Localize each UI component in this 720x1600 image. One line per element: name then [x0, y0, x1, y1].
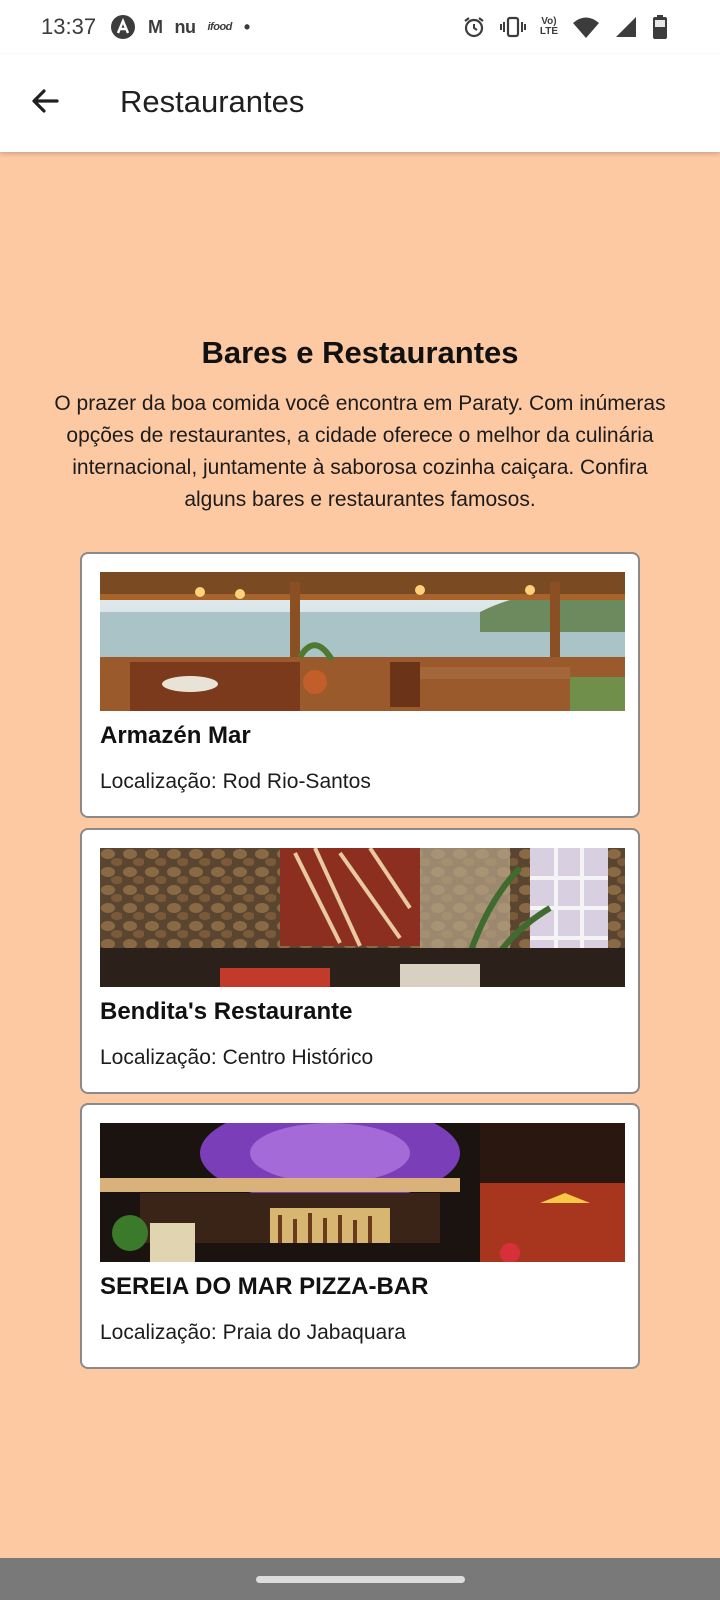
restaurant-name: Armazén Mar — [100, 722, 251, 749]
restaurant-card-sereia-do-mar[interactable]: SEREIA DO MAR PIZZA-BAR Localização: Pra… — [80, 1103, 640, 1369]
back-button[interactable] — [24, 80, 66, 122]
restaurant-location: Localização: Praia do Jabaquara — [100, 1321, 406, 1344]
vibrate-icon — [499, 15, 526, 39]
alarm-icon — [462, 15, 486, 39]
app-bar: Restaurantes — [0, 54, 720, 152]
system-icons: Vo) LTE — [462, 13, 668, 41]
restaurant-photo — [100, 848, 625, 987]
restaurant-photo — [100, 1123, 625, 1262]
wifi-icon — [572, 15, 600, 39]
home-gesture-handle[interactable] — [256, 1576, 465, 1583]
section-title: Bares e Restaurantes — [201, 335, 519, 370]
section-intro: O prazer da boa comida você encontra em … — [54, 392, 666, 511]
notification-icons: M nu ifood • — [110, 13, 250, 41]
ifood-icon: ifood — [207, 21, 233, 33]
signal-icon — [614, 15, 638, 39]
more-notifications-icon: • — [243, 16, 250, 37]
gmail-icon: M — [148, 16, 163, 37]
status-bar: 13:37 M nu ifood • Vo) LTE — [0, 0, 720, 54]
app-a-icon — [110, 14, 136, 40]
arrow-back-icon — [32, 89, 59, 113]
restaurant-name: SEREIA DO MAR PIZZA-BAR — [100, 1273, 429, 1300]
volte-icon: Vo) LTE — [540, 17, 558, 37]
page-title: Restaurantes — [120, 84, 305, 119]
restaurant-card-benditas[interactable]: Bendita's Restaurante Localização: Centr… — [80, 828, 640, 1094]
system-navigation-bar — [0, 1558, 720, 1600]
restaurant-location: Localização: Centro Histórico — [100, 1046, 374, 1069]
restaurant-photo — [100, 572, 625, 711]
nubank-icon: nu — [174, 16, 197, 37]
restaurant-location: Localização: Rod Rio-Santos — [100, 770, 371, 793]
restaurant-name: Bendita's Restaurante — [100, 998, 353, 1025]
battery-icon — [652, 14, 668, 40]
restaurant-card-armazen-mar[interactable]: Armazén Mar Localização: Rod Rio-Santos — [80, 552, 640, 818]
status-time: 13:37 — [41, 14, 97, 39]
lte-label: LTE — [539, 26, 558, 37]
